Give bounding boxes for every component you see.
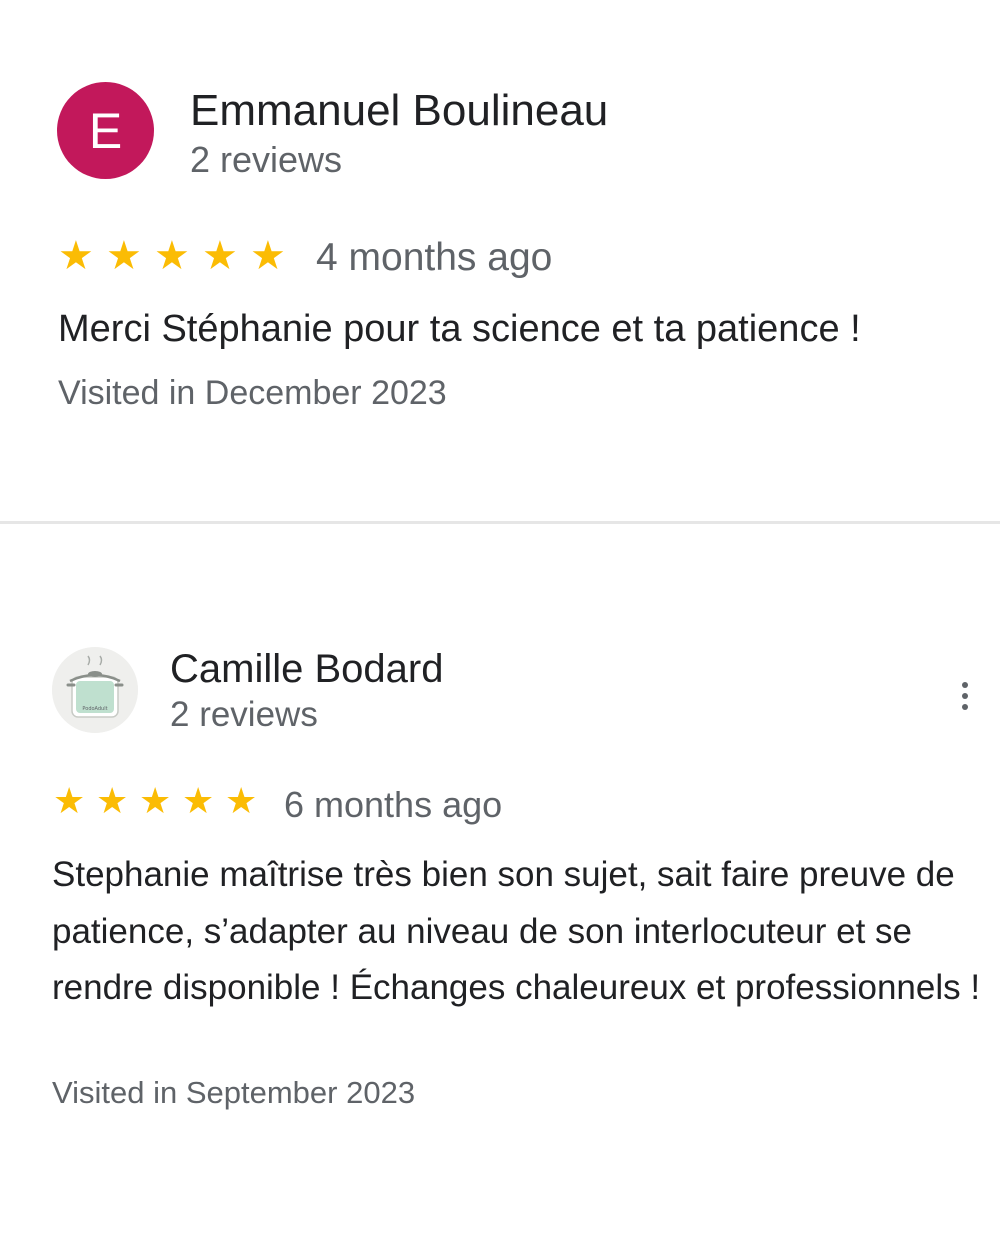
cooking-pot-sticker-icon: PodoAdult (52, 647, 138, 733)
review-date: 4 months ago (316, 236, 553, 279)
star-icon: ★ (182, 781, 215, 822)
star-rating: ★ ★ ★ ★ ★ (53, 784, 262, 820)
svg-text:PodoAdult: PodoAdult (82, 706, 107, 712)
visit-date: Visited in September 2023 (52, 1075, 416, 1110)
review-card: E Emmanuel Boulineau 2 reviews ★ ★ ★ ★ ★… (0, 0, 1000, 522)
review-card: PodoAdult Camille Bodard 2 reviews ★ ★ ★… (0, 524, 1000, 1250)
avatar[interactable]: PodoAdult (52, 647, 138, 733)
more-vert-icon[interactable] (950, 676, 980, 716)
reviewer-review-count: 2 reviews (190, 139, 343, 180)
star-icon: ★ (58, 233, 94, 279)
star-icon: ★ (250, 233, 286, 279)
review-text: Merci Stéphanie pour ta science et ta pa… (58, 308, 861, 350)
reviewer-review-count: 2 reviews (170, 695, 318, 734)
star-icon: ★ (154, 233, 190, 279)
avatar[interactable]: E (57, 82, 154, 179)
star-icon: ★ (202, 233, 238, 279)
star-icon: ★ (53, 781, 86, 822)
review-text: Stephanie maîtrise très bien son sujet, … (52, 855, 981, 1007)
star-rating: ★ ★ ★ ★ ★ (58, 236, 288, 276)
star-icon: ★ (106, 233, 142, 279)
star-icon: ★ (139, 781, 172, 822)
star-icon: ★ (225, 781, 258, 822)
review-date: 6 months ago (284, 784, 503, 825)
star-icon: ★ (96, 781, 129, 822)
reviewer-name[interactable]: Camille Bodard (170, 647, 443, 692)
visit-date: Visited in December 2023 (58, 374, 447, 412)
reviewer-name[interactable]: Emmanuel Boulineau (190, 86, 608, 136)
